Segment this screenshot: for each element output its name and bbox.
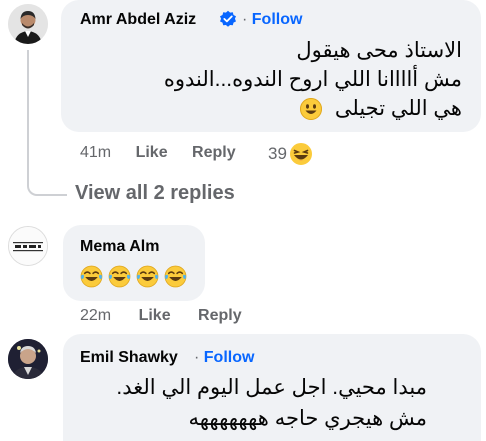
person-avatar-icon — [8, 339, 48, 379]
like-button[interactable]: Like — [139, 307, 171, 324]
view-replies-link[interactable]: View all 2 replies — [75, 182, 235, 205]
emoji-row — [80, 265, 187, 288]
laughing-tears-emoji-icon — [136, 265, 159, 288]
smiley-emoji-icon — [300, 97, 323, 120]
comment-text: الاستاذ محى هيقول مش أاااانا اللي اروح ا… — [61, 38, 462, 128]
separator-dot: · — [194, 349, 200, 366]
comment-bubble-mema: Mema Alm — [63, 225, 205, 301]
avatar-amr[interactable] — [8, 4, 48, 44]
comment-line: مش أاااانا اللي اروح الندوه...الندوه — [163, 68, 462, 91]
comment-line: هي اللي تجيلى — [334, 97, 462, 120]
reaction-count: 39 — [268, 144, 287, 163]
reply-button[interactable]: Reply — [192, 144, 236, 161]
laughing-tears-emoji-icon — [108, 265, 131, 288]
avatar-emil[interactable] — [8, 339, 48, 379]
follow-button[interactable]: Follow — [204, 349, 255, 366]
comment-author[interactable]: Emil Shawky — [80, 349, 178, 367]
comment-actions: 22m Like Reply — [80, 307, 242, 325]
text-logo-avatar-icon — [9, 227, 47, 265]
comment-author[interactable]: Mema Alm — [80, 238, 159, 256]
comment-time[interactable]: 22m — [80, 307, 111, 324]
haha-reaction-icon — [288, 142, 313, 166]
comment-line: مش هيجري حاجه هههههههه — [188, 407, 427, 430]
comment-line: الاستاذ محى هيقول — [296, 39, 462, 62]
like-button[interactable]: Like — [136, 144, 168, 161]
verified-badge-icon — [219, 10, 237, 28]
comment-author[interactable]: Amr Abdel Aziz — [80, 11, 196, 29]
laughing-tears-emoji-icon — [164, 265, 187, 288]
follow-button[interactable]: Follow — [252, 11, 303, 28]
comment-line: مبدا محيي. اجل عمل اليوم الي الغد. — [116, 376, 427, 399]
reaction-summary[interactable]: 39 — [268, 142, 313, 166]
comment-bubble-amr: Amr Abdel Aziz · Follow الاستاذ محى هيقو… — [61, 0, 481, 132]
thread-connector-line — [27, 50, 67, 196]
comment-text: مبدا محيي. اجل عمل اليوم الي الغد. مش هي… — [63, 375, 427, 437]
person-avatar-icon — [8, 4, 48, 44]
comment-bubble-emil: Emil Shawky · Follow مبدا محيي. اجل عمل … — [63, 334, 481, 441]
avatar-mema[interactable] — [8, 226, 48, 266]
reply-button[interactable]: Reply — [198, 307, 242, 324]
comment-actions: 41m Like Reply — [80, 144, 236, 162]
separator-dot: · — [242, 11, 248, 28]
laughing-tears-emoji-icon — [80, 265, 103, 288]
comment-time[interactable]: 41m — [80, 144, 111, 161]
